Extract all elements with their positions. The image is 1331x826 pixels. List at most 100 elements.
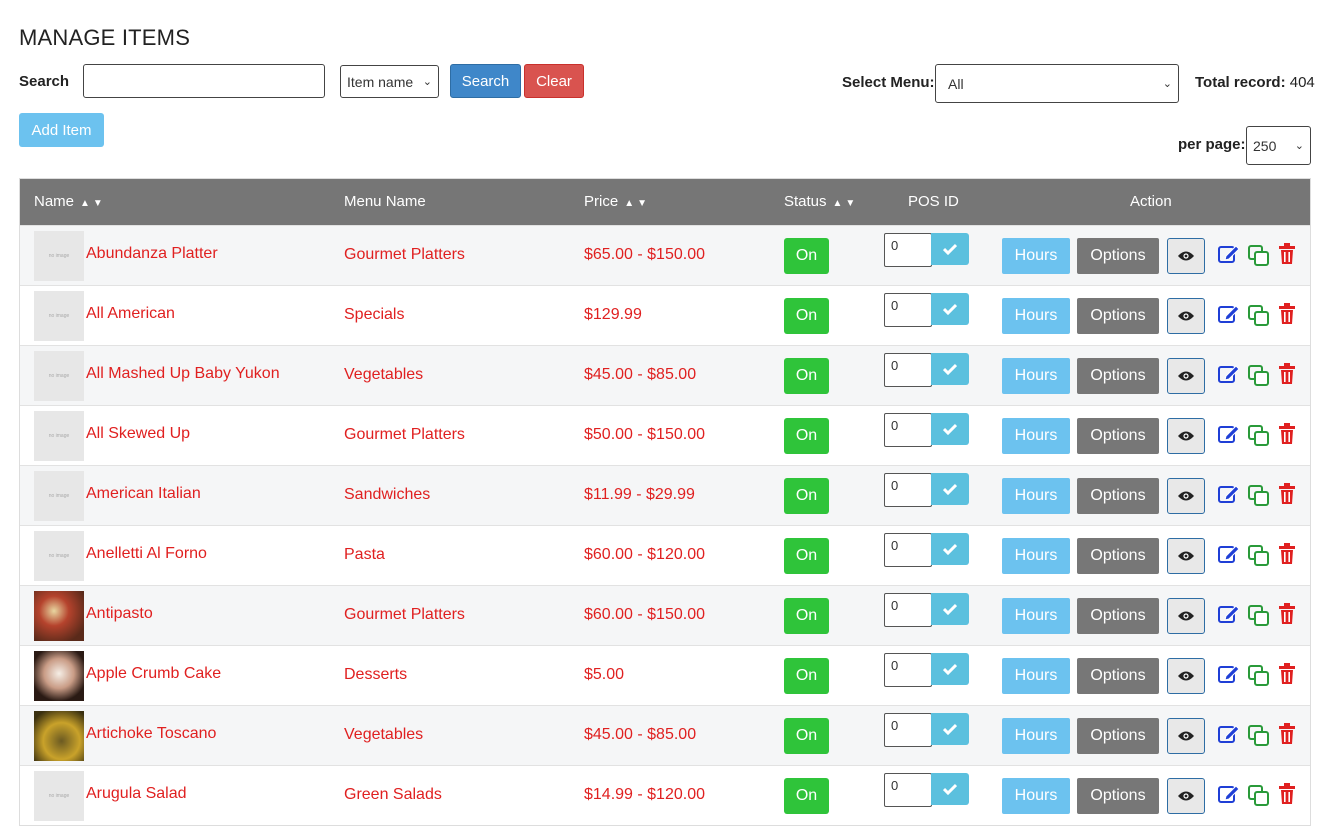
view-button[interactable] [1167,478,1205,514]
duplicate-icon[interactable] [1248,725,1270,747]
save-pos-button[interactable] [931,293,969,325]
pos-id-input[interactable]: 0 [884,593,932,627]
item-name-link[interactable]: Antipasto [86,605,153,623]
pos-id-input[interactable]: 0 [884,473,932,507]
per-page-select[interactable]: 250 ⌄ [1246,126,1311,165]
edit-icon[interactable] [1217,543,1241,565]
item-name-link[interactable]: Abundanza Platter [86,245,218,263]
sort-icon[interactable]: ▲▼ [80,198,106,209]
delete-icon[interactable] [1278,663,1296,685]
duplicate-icon[interactable] [1248,365,1270,387]
status-toggle-button[interactable]: On [784,718,829,754]
options-button[interactable]: Options [1077,778,1159,814]
save-pos-button[interactable] [931,533,969,565]
price-link[interactable]: $129.99 [584,306,642,324]
view-button[interactable] [1167,358,1205,394]
menu-name-link[interactable]: Pasta [344,546,385,564]
save-pos-button[interactable] [931,353,969,385]
menu-name-link[interactable]: Specials [344,306,404,324]
pos-id-input[interactable]: 0 [884,773,932,807]
view-button[interactable] [1167,238,1205,274]
edit-icon[interactable] [1217,663,1241,685]
menu-name-link[interactable]: Desserts [344,666,407,684]
save-pos-button[interactable] [931,653,969,685]
price-link[interactable]: $60.00 - $150.00 [584,606,705,624]
status-toggle-button[interactable]: On [784,298,829,334]
duplicate-icon[interactable] [1248,545,1270,567]
menu-name-link[interactable]: Gourmet Platters [344,606,465,624]
item-name-link[interactable]: All Skewed Up [86,425,190,443]
menu-name-link[interactable]: Green Salads [344,786,442,804]
edit-icon[interactable] [1217,723,1241,745]
item-name-link[interactable]: All Mashed Up Baby Yukon [86,365,280,383]
save-pos-button[interactable] [931,413,969,445]
delete-icon[interactable] [1278,483,1296,505]
save-pos-button[interactable] [931,713,969,745]
status-toggle-button[interactable]: On [784,598,829,634]
status-toggle-button[interactable]: On [784,478,829,514]
view-button[interactable] [1167,778,1205,814]
duplicate-icon[interactable] [1248,605,1270,627]
delete-icon[interactable] [1278,603,1296,625]
clear-button[interactable]: Clear [524,64,584,98]
pos-id-input[interactable]: 0 [884,413,932,447]
edit-icon[interactable] [1217,303,1241,325]
save-pos-button[interactable] [931,593,969,625]
item-name-link[interactable]: All American [86,305,175,323]
hours-button[interactable]: Hours [1002,598,1070,634]
price-link[interactable]: $5.00 [584,666,624,684]
duplicate-icon[interactable] [1248,425,1270,447]
edit-icon[interactable] [1217,423,1241,445]
options-button[interactable]: Options [1077,358,1159,394]
delete-icon[interactable] [1278,243,1296,265]
sort-icon[interactable]: ▲▼ [833,198,859,209]
price-link[interactable]: $11.99 - $29.99 [584,486,695,504]
status-toggle-button[interactable]: On [784,238,829,274]
view-button[interactable] [1167,298,1205,334]
status-toggle-button[interactable]: On [784,658,829,694]
save-pos-button[interactable] [931,233,969,265]
hours-button[interactable]: Hours [1002,778,1070,814]
options-button[interactable]: Options [1077,658,1159,694]
menu-name-link[interactable]: Vegetables [344,366,423,384]
search-type-select[interactable]: Item name ⌄ [340,65,439,98]
col-price-header[interactable]: Price ▲▼ [584,193,650,210]
col-name-header[interactable]: Name ▲▼ [34,193,106,210]
options-button[interactable]: Options [1077,298,1159,334]
item-name-link[interactable]: Arugula Salad [86,785,187,803]
options-button[interactable]: Options [1077,598,1159,634]
status-toggle-button[interactable]: On [784,418,829,454]
save-pos-button[interactable] [931,773,969,805]
hours-button[interactable]: Hours [1002,538,1070,574]
item-name-link[interactable]: American Italian [86,485,201,503]
col-status-header[interactable]: Status ▲▼ [784,193,858,210]
search-button[interactable]: Search [450,64,521,98]
pos-id-input[interactable]: 0 [884,353,932,387]
duplicate-icon[interactable] [1248,485,1270,507]
price-link[interactable]: $14.99 - $120.00 [584,786,705,804]
view-button[interactable] [1167,598,1205,634]
hours-button[interactable]: Hours [1002,298,1070,334]
edit-icon[interactable] [1217,783,1241,805]
hours-button[interactable]: Hours [1002,238,1070,274]
delete-icon[interactable] [1278,543,1296,565]
menu-select[interactable]: All ⌄ [935,64,1179,103]
delete-icon[interactable] [1278,423,1296,445]
price-link[interactable]: $65.00 - $150.00 [584,246,705,264]
options-button[interactable]: Options [1077,238,1159,274]
view-button[interactable] [1167,418,1205,454]
item-name-link[interactable]: Apple Crumb Cake [86,665,221,683]
edit-icon[interactable] [1217,363,1241,385]
pos-id-input[interactable]: 0 [884,653,932,687]
duplicate-icon[interactable] [1248,785,1270,807]
pos-id-input[interactable]: 0 [884,233,932,267]
hours-button[interactable]: Hours [1002,418,1070,454]
price-link[interactable]: $45.00 - $85.00 [584,366,696,384]
edit-icon[interactable] [1217,243,1241,265]
search-input[interactable] [83,64,325,98]
view-button[interactable] [1167,718,1205,754]
edit-icon[interactable] [1217,483,1241,505]
price-link[interactable]: $45.00 - $85.00 [584,726,696,744]
duplicate-icon[interactable] [1248,305,1270,327]
view-button[interactable] [1167,538,1205,574]
